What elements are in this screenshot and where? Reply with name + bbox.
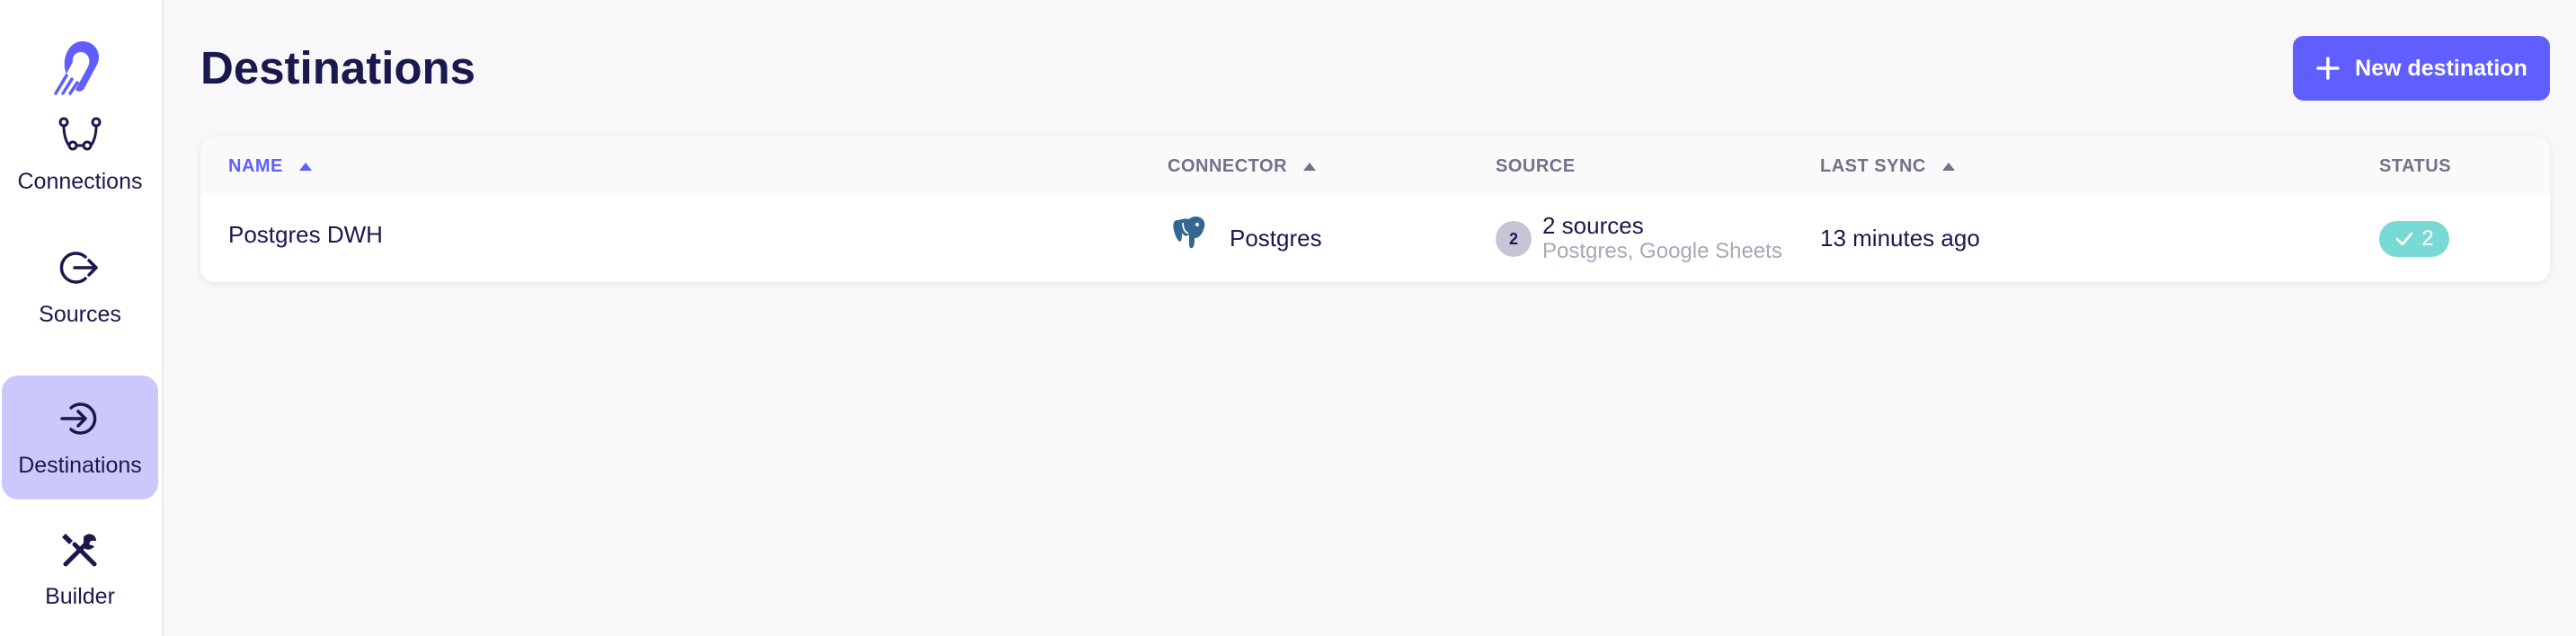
sidebar-item-label: Builder (45, 583, 115, 609)
column-header-label: STATUS (2379, 156, 2452, 176)
column-header-connector[interactable]: CONNECTOR (1168, 156, 1317, 177)
column-header-label: NAME (228, 156, 283, 176)
new-destination-button[interactable]: New destination (2293, 36, 2550, 101)
source-names: Postgres, Google Sheets (1542, 239, 1782, 263)
table-header: NAME CONNECTOR SOURCE LAST SYNC STATUS (200, 137, 2550, 194)
column-header-status: STATUS (2379, 156, 2451, 177)
sidebar-item-builder[interactable]: Builder (2, 507, 158, 631)
sort-ascending-icon (1303, 163, 1317, 171)
connections-icon (58, 117, 102, 150)
destinations-table: NAME CONNECTOR SOURCE LAST SYNC STATUS P… (200, 137, 2550, 282)
sort-ascending-icon (298, 163, 312, 171)
sources-icon (59, 251, 98, 284)
column-header-last-sync[interactable]: LAST SYNC (1820, 156, 1955, 177)
status-count: 2 (2421, 226, 2434, 251)
status-badge: 2 (2379, 221, 2449, 257)
builder-icon (62, 533, 97, 566)
postgres-elephant-icon (1171, 214, 1207, 251)
plus-icon (2316, 57, 2340, 80)
destination-name: Postgres DWH (228, 221, 383, 248)
check-icon (2396, 232, 2413, 246)
sidebar-item-sources[interactable]: Sources (2, 225, 158, 349)
column-header-source: SOURCE (1496, 156, 1576, 177)
page-title: Destinations (200, 42, 476, 93)
new-destination-label: New destination (2355, 55, 2527, 81)
column-header-label: LAST SYNC (1820, 156, 1926, 176)
sort-ascending-icon (1941, 163, 1955, 171)
sidebar-item-label: Destinations (18, 452, 142, 478)
sidebar-item-connections[interactable]: Connections (2, 92, 158, 216)
last-sync-time: 13 minutes ago (1820, 225, 1980, 252)
connector-name: Postgres (1230, 225, 1322, 252)
table-row[interactable]: Postgres DWH Postgres 2 2 sources Postgr… (200, 194, 2550, 282)
sidebar-item-label: Connections (17, 168, 143, 194)
destinations-icon (60, 402, 97, 435)
source-summary: 2 sources (1542, 212, 1644, 239)
column-header-label: SOURCE (1496, 156, 1576, 176)
sidebar: Connections Sources Destinations Builder (0, 0, 164, 636)
airbyte-logo-icon[interactable] (49, 36, 111, 99)
column-header-label: CONNECTOR (1168, 156, 1288, 176)
sidebar-item-destinations[interactable]: Destinations (2, 375, 158, 499)
sidebar-item-label: Sources (39, 301, 121, 327)
source-count-badge: 2 (1496, 221, 1532, 257)
column-header-name[interactable]: NAME (228, 156, 312, 177)
